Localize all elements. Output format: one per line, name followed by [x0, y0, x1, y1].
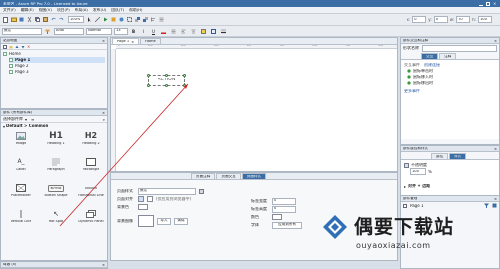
page-style-select[interactable]: 默认	[138, 187, 196, 195]
apply-to-all-button[interactable]: 应用到所有	[272, 221, 302, 229]
widget-interactions-panel: 部件交互和注释 × 形状名称 交互 注释 交互事件 创建连接 鼠标单击时 鼠标移入…	[400, 37, 500, 145]
page-icon	[403, 203, 407, 208]
layout-icon	[404, 162, 409, 168]
event-icon	[407, 75, 411, 79]
opacity-field[interactable]: 100	[410, 168, 426, 175]
tab-page-interactions[interactable]: 页面交互	[216, 173, 241, 179]
tab-notes[interactable]: 注释	[439, 53, 457, 59]
more-events-link[interactable]: 更多事件	[404, 89, 420, 93]
tab-interactions[interactable]: 交互	[421, 53, 439, 59]
tab-page-notes[interactable]: 页面注释	[191, 173, 216, 179]
import-button[interactable]: 导入	[157, 217, 171, 225]
event-onmouseout[interactable]: 鼠标移出时	[407, 80, 496, 86]
background-image-preview	[138, 215, 154, 227]
watermark-brand: 偶要下载站	[354, 216, 455, 238]
page-style-manage-icon[interactable]	[199, 188, 204, 194]
show-hide-icon[interactable]	[492, 203, 497, 208]
tab-page-style[interactable]: 页面样式	[241, 173, 267, 179]
close-icon[interactable]: ×	[494, 197, 497, 201]
create-link[interactable]: 创建连接	[424, 63, 440, 67]
event-icon	[407, 69, 411, 73]
align-padding-section[interactable]: ▸ 对齐 + 边距	[404, 183, 496, 189]
expand-icon: ▸	[404, 183, 407, 189]
color-swatch[interactable]	[272, 214, 282, 220]
widget-manager-toolbar: Page 1	[401, 202, 499, 209]
watermark-url: ouyaoxiazai.com	[356, 242, 431, 250]
page-properties-tabs: 页面注释 页面交互 页面样式	[111, 173, 397, 180]
tag-height-field[interactable]: 0	[272, 205, 296, 213]
filter-icon[interactable]	[484, 203, 489, 208]
align-left-button[interactable]	[138, 196, 144, 202]
clear-button[interactable]: 清除	[174, 217, 188, 225]
interactions-tabs: 交互 注释	[401, 52, 499, 59]
align-center-button[interactable]	[147, 196, 153, 202]
tab-style[interactable]: 样式	[449, 153, 467, 159]
tag-width-field[interactable]: 0	[272, 197, 296, 205]
background-color-swatch[interactable]	[138, 204, 148, 210]
interactions-list: 交互事件 创建连接 鼠标单击时 鼠标移入时 鼠标移出时 更多事件	[401, 59, 499, 139]
close-icon[interactable]: ×	[494, 147, 497, 151]
widget-properties-panel: 部件属性和样式 × 属性 样式 不透明度 100 % ▸ 对齐 + 边距	[400, 145, 500, 195]
close-icon[interactable]: ×	[494, 39, 497, 43]
watermark-logo-icon	[323, 215, 347, 239]
tab-properties[interactable]: 属性	[431, 153, 449, 159]
watermark: 偶要下载站 ouyaoxiazai.com	[322, 214, 472, 258]
shape-name-field[interactable]	[422, 44, 497, 52]
properties-tabs: 属性 样式	[401, 152, 499, 159]
event-icon	[407, 81, 411, 85]
page-style-form: 页面样式 默认 页面对齐 (仅应用到浏览器中) 背景色 背景图像 导入 清除	[117, 187, 232, 228]
